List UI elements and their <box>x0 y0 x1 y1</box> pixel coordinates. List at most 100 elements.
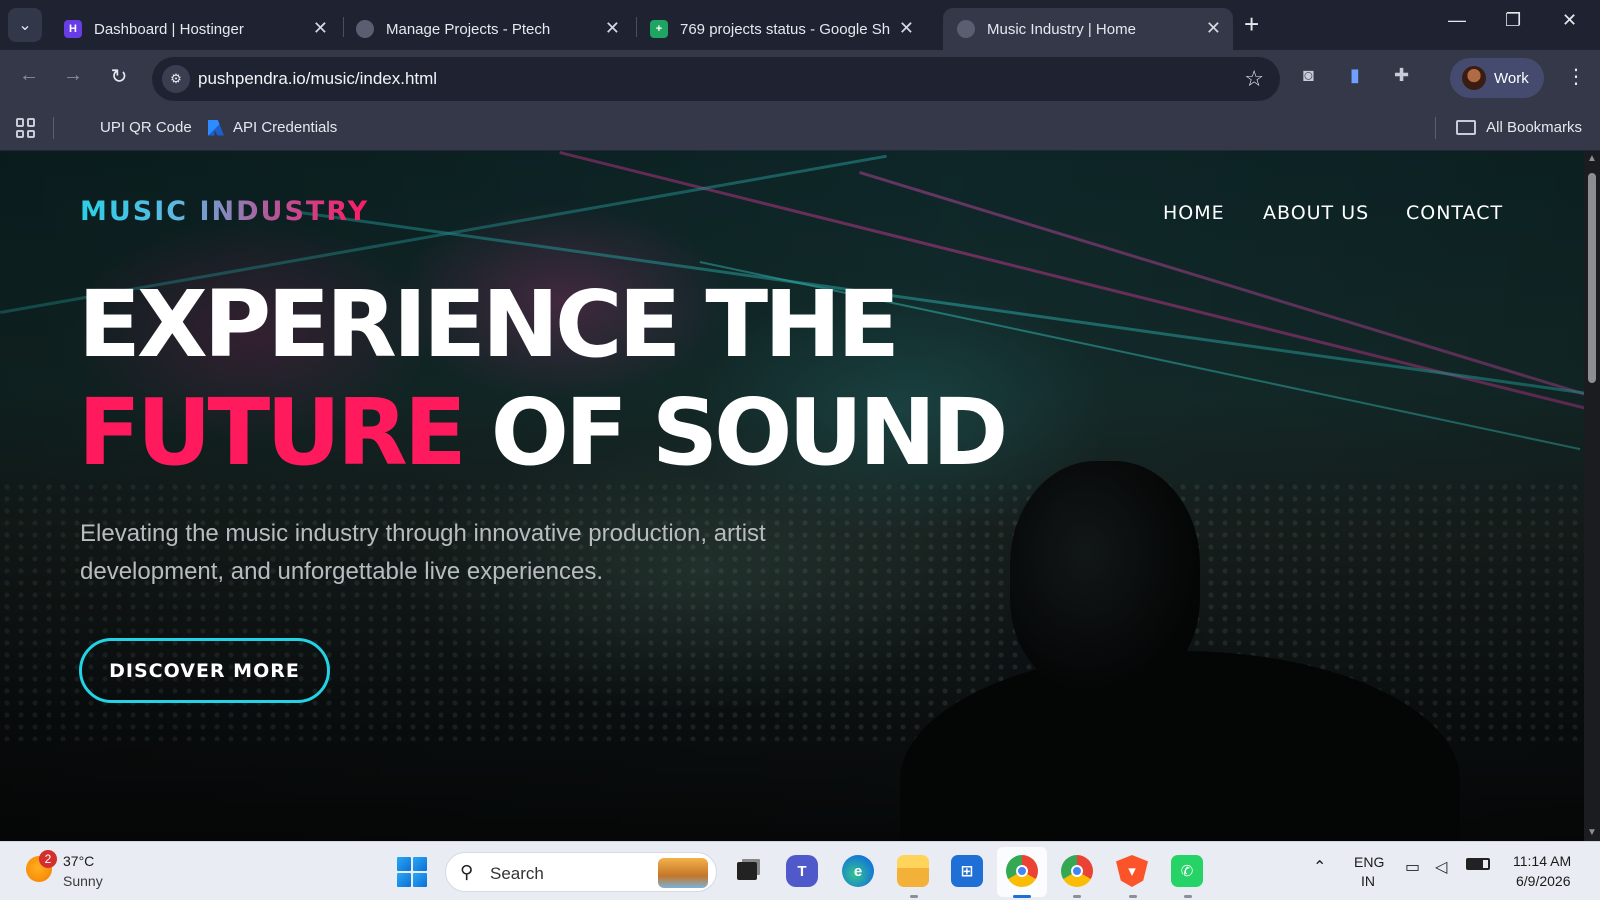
hero-title-accent: FUTURE <box>78 379 467 486</box>
reload-button[interactable]: ↻ <box>107 64 131 89</box>
hostinger-icon: H <box>64 20 82 38</box>
close-icon[interactable]: ✕ <box>605 19 620 37</box>
close-icon[interactable]: ✕ <box>899 19 914 37</box>
file-explorer-icon[interactable] <box>897 855 929 887</box>
new-tab-button[interactable]: + <box>1244 11 1259 37</box>
apps-grid-icon[interactable] <box>16 118 36 138</box>
nav-about-us[interactable]: ABOUT US <box>1263 202 1369 224</box>
profile-button[interactable]: Work <box>1450 58 1544 98</box>
globe-icon <box>356 20 374 38</box>
page-viewport: MUSIC INDUSTRY HOME ABOUT US CONTACT EXP… <box>0 151 1584 841</box>
tab-title: Dashboard | Hostinger <box>94 20 244 38</box>
bookmark-separator <box>1435 117 1436 139</box>
site-info-icon[interactable]: ⚙ <box>162 65 190 93</box>
tab-hostinger[interactable]: H Dashboard | Hostinger ✕ <box>50 8 340 50</box>
tab-google-sheets[interactable]: + 769 projects status - Google Sh ✕ <box>636 8 926 50</box>
running-indicator <box>1073 895 1081 898</box>
camera-icon[interactable]: ◙ <box>1303 65 1314 86</box>
language-region[interactable]: IN <box>1361 873 1375 889</box>
google-sheets-icon: + <box>650 20 668 38</box>
clock-time[interactable]: 11:14 AM <box>1513 853 1571 869</box>
back-button[interactable]: ← <box>17 64 41 87</box>
bookmarks-bar: UPI QR Code API Credentials All Bookmark… <box>0 107 1600 151</box>
active-indicator <box>1013 895 1031 898</box>
address-bar[interactable]: ⚙ pushpendra.io/music/index.html ☆ <box>152 57 1280 101</box>
clock-date[interactable]: 6/9/2026 <box>1516 873 1571 889</box>
close-icon[interactable]: ✕ <box>1206 19 1221 37</box>
chevron-up-icon[interactable]: ⌃ <box>1313 857 1326 877</box>
bookmark-star-icon[interactable]: ☆ <box>1244 66 1264 92</box>
taskbar-search[interactable]: ⚲ Search <box>445 852 717 892</box>
weather-badge: 2 <box>39 850 57 868</box>
task-view-icon[interactable] <box>731 855 763 887</box>
site-logo[interactable]: MUSIC INDUSTRY <box>80 196 369 227</box>
scrollbar-thumb[interactable] <box>1588 173 1596 383</box>
tab-strip: ⌄ H Dashboard | Hostinger ✕ Manage Proje… <box>0 0 1600 50</box>
bookmark-upi-qr-code[interactable]: UPI QR Code <box>100 119 192 136</box>
search-highlight-image <box>658 858 708 888</box>
battery-icon[interactable] <box>1466 857 1490 875</box>
all-bookmarks-button[interactable]: All Bookmarks <box>1456 119 1582 136</box>
search-label: Search <box>490 864 544 883</box>
url-text[interactable]: pushpendra.io/music/index.html <box>198 69 437 89</box>
folder-icon <box>1456 120 1477 135</box>
brave-icon[interactable]: ▾ <box>1116 855 1148 887</box>
profile-label: Work <box>1494 69 1529 87</box>
reload-icon: ↻ <box>110 66 128 88</box>
whatsapp-icon[interactable]: ✆ <box>1171 855 1203 887</box>
bookmark-label: UPI QR Code <box>100 119 192 136</box>
running-indicator <box>1184 895 1192 898</box>
weather-condition[interactable]: Sunny <box>63 873 103 889</box>
tab-title: 769 projects status - Google Sh <box>680 20 890 38</box>
language-indicator[interactable]: ENG <box>1354 854 1384 870</box>
tab-ptech[interactable]: Manage Projects - Ptech ✕ <box>342 8 632 50</box>
all-bookmarks-label: All Bookmarks <box>1486 119 1582 136</box>
bookmark-label: API Credentials <box>233 119 338 136</box>
menu-kebab-icon[interactable]: ⋮ <box>1566 64 1586 89</box>
api-credentials-icon <box>208 119 224 136</box>
bookmark-separator <box>53 117 54 139</box>
chrome-profile-icon[interactable] <box>1061 855 1093 887</box>
discover-more-button[interactable]: DISCOVER MORE <box>79 638 330 703</box>
chevron-down-icon: ⌄ <box>18 17 32 34</box>
browser-toolbar: ← → ↻ ⚙ pushpendra.io/music/index.html ☆… <box>0 50 1600 107</box>
scroll-up-icon[interactable]: ▲ <box>1587 153 1597 164</box>
arrow-right-icon: → <box>63 64 83 86</box>
close-icon[interactable]: ✕ <box>313 19 328 37</box>
edge-icon[interactable]: e <box>842 855 874 887</box>
weather-temperature[interactable]: 37°C <box>63 853 94 869</box>
restore-button[interactable]: ❐ <box>1505 10 1521 31</box>
nav-contact[interactable]: CONTACT <box>1406 202 1503 224</box>
chrome-icon[interactable] <box>1006 855 1038 887</box>
running-indicator <box>1129 895 1137 898</box>
tab-title: Music Industry | Home <box>987 20 1136 38</box>
forward-button[interactable]: → <box>61 64 85 87</box>
windows-taskbar: 2 37°C Sunny ⚲ Search T e ⊞ ▾ ✆ ⌃ ENG IN… <box>0 841 1600 900</box>
microsoft-store-icon[interactable]: ⊞ <box>951 855 983 887</box>
tab-title: Manage Projects - Ptech <box>386 20 551 38</box>
extension-clip-icon[interactable]: ▮ <box>1350 65 1360 86</box>
minimize-button[interactable]: — <box>1448 10 1466 31</box>
close-window-button[interactable]: ✕ <box>1562 10 1577 31</box>
running-indicator <box>910 895 918 898</box>
hero-title-line1: EXPERIENCE THE <box>78 271 900 378</box>
nav-home[interactable]: HOME <box>1163 202 1225 224</box>
windows-start-icon[interactable] <box>397 857 427 887</box>
page-scrollbar[interactable]: ▲ ▼ <box>1584 151 1600 841</box>
hero-subtitle: Elevating the music industry through inn… <box>80 520 766 585</box>
hero-title-line2: FUTURE OF SOUND <box>78 383 1008 483</box>
tab-music-industry[interactable]: Music Industry | Home ✕ <box>943 8 1233 50</box>
bookmark-api-credentials[interactable]: API Credentials <box>208 119 337 136</box>
arrow-left-icon: ← <box>19 64 39 86</box>
hero-title-rest: OF SOUND <box>490 379 1009 486</box>
network-icon[interactable]: ▭ <box>1405 857 1420 877</box>
overlay <box>0 151 1584 841</box>
volume-icon[interactable]: ◁ <box>1435 857 1447 877</box>
search-icon: ⚲ <box>460 862 474 882</box>
scroll-down-icon[interactable]: ▼ <box>1587 827 1597 838</box>
extensions-puzzle-icon[interactable]: ✚ <box>1394 65 1409 86</box>
teams-icon[interactable]: T <box>786 855 818 887</box>
tab-search-button[interactable]: ⌄ <box>8 8 42 42</box>
avatar <box>1462 66 1486 90</box>
globe-icon <box>957 20 975 38</box>
